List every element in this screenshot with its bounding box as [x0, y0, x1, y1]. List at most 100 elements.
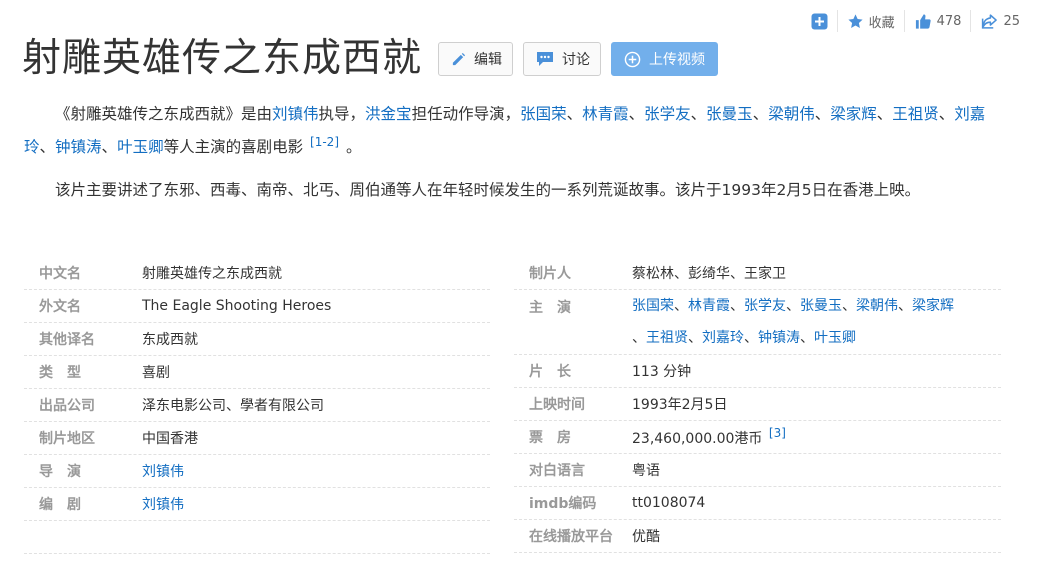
- info-row: 类 型 喜剧: [24, 356, 490, 389]
- info-value: 刘镇伟: [142, 461, 490, 481]
- cast-member-link[interactable]: 梁家辉: [830, 105, 877, 123]
- separator: 、: [632, 330, 646, 346]
- cast-member-link[interactable]: 叶玉卿: [814, 330, 856, 346]
- separator: 、: [898, 298, 912, 314]
- like-button[interactable]: 478: [905, 8, 971, 34]
- cast-member-link[interactable]: 叶玉卿: [117, 138, 164, 156]
- favorite-button[interactable]: 收藏: [838, 8, 904, 34]
- reference-link[interactable]: [3]: [769, 426, 786, 440]
- like-count: 478: [936, 13, 962, 29]
- cast-member-link[interactable]: 刘嘉玲: [702, 330, 744, 346]
- info-key: 导 演: [39, 464, 81, 480]
- separator: 、: [814, 105, 831, 123]
- separator: 、: [688, 330, 702, 346]
- reference-link[interactable]: [1-2]: [310, 135, 339, 149]
- info-key: 中文名: [39, 266, 81, 282]
- cast-member-link[interactable]: 钟镇涛: [55, 138, 102, 156]
- action-director-link[interactable]: 洪金宝: [365, 105, 412, 123]
- info-key: 其他译名: [39, 332, 95, 348]
- thumbs-up-icon: [915, 13, 931, 29]
- info-row: 票 房 23,460,000.00港币 [3]: [514, 421, 1001, 454]
- pencil-icon: [452, 52, 466, 65]
- cast-member-link[interactable]: 王祖贤: [892, 105, 939, 123]
- cast-member-link[interactable]: 林青霞: [582, 105, 629, 123]
- info-value: 泽东电影公司、學者有限公司: [142, 398, 324, 414]
- edit-button[interactable]: 编辑: [438, 42, 514, 76]
- info-row: 制片人 蔡松林、彭绮华、王家卫: [514, 257, 1001, 290]
- intro-text: 。: [345, 138, 362, 156]
- cast-member-link[interactable]: 张国荣: [520, 105, 567, 123]
- separator: 、: [101, 138, 118, 156]
- discuss-button[interactable]: 讨论: [523, 42, 602, 76]
- cast-member-link[interactable]: 王祖贤: [646, 330, 688, 346]
- separator: 、: [876, 105, 893, 123]
- star-icon: [848, 13, 863, 28]
- info-value: 优酷: [632, 529, 660, 545]
- info-key: 出品公司: [39, 398, 95, 414]
- info-value: 23,460,000.00港币 [3]: [632, 426, 1001, 448]
- comment-icon: [537, 52, 554, 66]
- info-row-empty: [24, 521, 490, 554]
- info-row: 中文名 射雕英雄传之东成西就: [24, 257, 490, 290]
- info-value-link[interactable]: 刘镇伟: [142, 464, 184, 480]
- info-value-link[interactable]: 刘镇伟: [142, 497, 184, 513]
- separator: 、: [842, 298, 856, 314]
- cast-member-link[interactable]: 梁家辉: [912, 298, 954, 314]
- cast-member-link[interactable]: 钟镇涛: [758, 330, 800, 346]
- info-row: 主 演 张国荣、林青霞、张学友、张曼玉、梁朝伟、梁家辉 、王祖贤、刘嘉玲、钟镇涛…: [514, 290, 1001, 355]
- info-row: 编 剧 刘镇伟: [24, 488, 490, 521]
- info-row: 制片地区 中国香港: [24, 422, 490, 455]
- cast-member-link[interactable]: 张曼玉: [706, 105, 753, 123]
- info-row: 出品公司 泽东电影公司、學者有限公司: [24, 389, 490, 422]
- intro-paragraph: 《射雕英雄传之东成西就》是由刘镇伟执导，洪金宝担任动作导演，张国荣、林青霞、张学…: [24, 100, 1000, 161]
- page-title: 射雕英雄传之东成西就: [22, 36, 423, 81]
- discuss-button-label: 讨论: [562, 52, 591, 68]
- info-key: 制片人: [529, 266, 571, 282]
- cast-member-link[interactable]: 林青霞: [688, 298, 730, 314]
- cast-member-link[interactable]: 梁朝伟: [768, 105, 815, 123]
- info-row: 在线播放平台 优酷: [514, 520, 1001, 553]
- cast-member-link[interactable]: 梁朝伟: [856, 298, 898, 314]
- info-row: 导 演 刘镇伟: [24, 455, 490, 488]
- separator: 、: [674, 298, 688, 314]
- upload-video-label: 上传视频: [649, 52, 706, 68]
- separator: 、: [752, 105, 769, 123]
- top-toolbar: 收藏 478 25: [802, 8, 1029, 34]
- add-button[interactable]: [802, 8, 837, 34]
- edit-button-label: 编辑: [474, 52, 503, 68]
- share-count: 25: [1003, 13, 1020, 29]
- share-button[interactable]: 25: [971, 8, 1029, 34]
- info-key: imdb编码: [529, 496, 597, 512]
- info-key: 在线播放平台: [529, 529, 613, 545]
- info-key: 制片地区: [39, 431, 95, 447]
- basic-info-left: 中文名 射雕英雄传之东成西就外文名 The Eagle Shooting Heroe…: [24, 257, 490, 554]
- separator: 、: [938, 105, 955, 123]
- info-row: 对白语言 粤语: [514, 454, 1001, 487]
- info-key: 编 剧: [39, 497, 81, 513]
- info-value: 射雕英雄传之东成西就: [142, 266, 282, 282]
- info-value: The Eagle Shooting Heroes: [142, 298, 332, 314]
- upload-video-button[interactable]: 上传视频: [611, 42, 719, 76]
- synopsis-paragraph: 该片主要讲述了东邪、西毒、南帝、北丐、周伯通等人在年轻时候发生的一系列荒诞故事。…: [55, 181, 921, 199]
- cast-member-link[interactable]: 张国荣: [632, 298, 674, 314]
- boxoffice-value: 23,460,000.00港币: [632, 431, 763, 447]
- separator: 、: [39, 138, 56, 156]
- cast-member-link[interactable]: 张曼玉: [800, 298, 842, 314]
- separator: 、: [786, 298, 800, 314]
- info-key: 主 演: [529, 300, 571, 316]
- separator: 、: [800, 330, 814, 346]
- info-row: 片 长 113 分钟: [514, 355, 1001, 388]
- plus-square-icon: [811, 13, 828, 29]
- plus-circle-icon: [624, 51, 641, 67]
- cast-member-link[interactable]: 张学友: [744, 298, 786, 314]
- info-row: imdb编码 tt0108074: [514, 487, 1001, 520]
- director-link[interactable]: 刘镇伟: [272, 105, 319, 123]
- cast-member-link[interactable]: 张学友: [644, 105, 691, 123]
- info-value: 1993年2月5日: [632, 397, 728, 413]
- info-row: 其他译名 东成西就: [24, 323, 490, 356]
- info-row: 外文名 The Eagle Shooting Heroes: [24, 290, 490, 323]
- cast-line: 张国荣、林青霞、张学友、张曼玉、梁朝伟、梁家辉: [632, 290, 1001, 322]
- intro-text: 担任动作导演，: [411, 105, 521, 123]
- favorite-label: 收藏: [868, 15, 895, 31]
- info-key: 对白语言: [529, 463, 585, 479]
